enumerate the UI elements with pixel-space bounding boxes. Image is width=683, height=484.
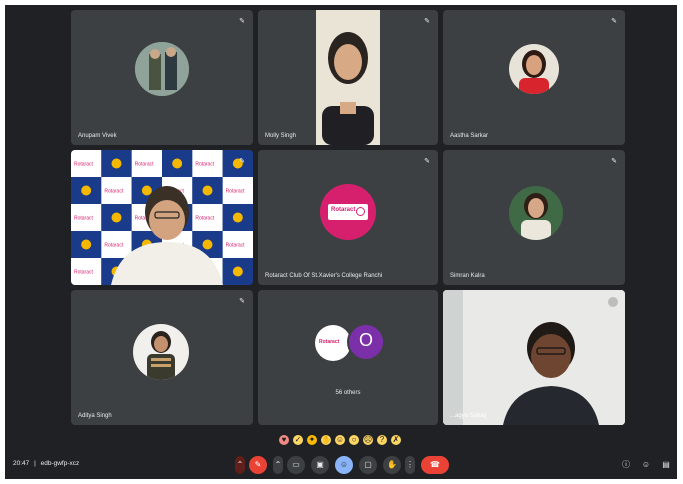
participant-tile[interactable]: ...agya Sahay bbox=[443, 290, 625, 425]
rotary-wheel-icon bbox=[202, 239, 213, 250]
rotaract-logo: Rotaract bbox=[319, 338, 347, 348]
avatar-initial: O bbox=[358, 330, 373, 350]
backdrop-logo-text: Rotaract bbox=[104, 189, 124, 195]
backdrop-logo-text: Rotaract bbox=[74, 162, 94, 168]
control-bar: 20:47 | edb-gwfp-xcz ⌃ ✎ ⌃ ▭ ▣ ☺ ▢ ✋ ⋮ ☎… bbox=[5, 451, 677, 479]
backdrop-logo-text: Rotaract bbox=[195, 162, 215, 168]
thumbs-up-reaction-icon[interactable]: ✓ bbox=[293, 435, 303, 445]
rotary-wheel-icon bbox=[232, 212, 243, 223]
mic-off-icon: ✎ bbox=[611, 18, 617, 25]
backdrop-logo-text: Rotaract bbox=[226, 243, 246, 249]
participant-name: ...agya Sahay bbox=[450, 413, 487, 419]
others-avatar: O bbox=[347, 323, 385, 361]
mic-off-icon: ✎ bbox=[611, 158, 617, 165]
end-call-icon[interactable]: ☎ bbox=[421, 456, 449, 474]
backdrop-logo-text: Rotaract bbox=[195, 216, 215, 222]
rotary-wheel-icon bbox=[111, 212, 122, 223]
mic-off-icon: ✎ bbox=[424, 158, 430, 165]
participant-name: Simran Kalra bbox=[450, 273, 485, 279]
heart-reaction-icon[interactable]: ♥ bbox=[279, 435, 289, 445]
meeting-code: edb-gwfp-xcz bbox=[40, 460, 80, 467]
avatar-photo-icon bbox=[133, 324, 189, 380]
logo-text: Rotaract bbox=[319, 339, 340, 345]
backdrop-logo-text: Rotaract bbox=[226, 189, 246, 195]
more-options-icon[interactable]: ⋮ bbox=[405, 456, 415, 474]
mic-off-icon: ✎ bbox=[239, 298, 245, 305]
avatar: Rotaract bbox=[315, 325, 351, 361]
participant-name: Molly Singh bbox=[265, 133, 297, 139]
people-icon[interactable]: ☺ bbox=[637, 456, 655, 474]
raise-hand-icon[interactable]: ✋ bbox=[383, 456, 401, 474]
backdrop-logo-text: Rotaract bbox=[104, 243, 124, 249]
avatar-photo-icon bbox=[509, 186, 563, 240]
rotary-wheel-icon bbox=[111, 158, 122, 169]
participant-tile[interactable]: ✎ Aastha Sarkar bbox=[443, 10, 625, 145]
participant-tile[interactable]: ✎ Simran Kalra bbox=[443, 150, 625, 285]
others-tile[interactable]: Rotaract O 56 others bbox=[258, 290, 438, 425]
backdrop-logo-text: Rotaract bbox=[74, 270, 94, 276]
captions-icon[interactable]: ▣ bbox=[311, 456, 329, 474]
rotary-wheel-icon bbox=[356, 207, 365, 216]
rotaract-logo: Rotaract bbox=[328, 204, 368, 220]
participant-name: Aastha Sarkar bbox=[450, 133, 489, 139]
avatar: Rotaract bbox=[320, 184, 376, 240]
participant-tile[interactable]: Rotaract ✎ Rotaract Club Of St.Xavier's … bbox=[258, 150, 438, 285]
avatar-photo-icon bbox=[135, 42, 189, 96]
thinking-reaction-icon[interactable]: ? bbox=[377, 435, 387, 445]
backdrop-logo-text: Rotaract bbox=[135, 162, 155, 168]
mic-options-button[interactable]: ⌃ bbox=[235, 456, 245, 474]
video-feed bbox=[316, 10, 380, 145]
avatar bbox=[509, 44, 559, 94]
participant-tile[interactable]: ✎ Anupam Vivek bbox=[71, 10, 253, 145]
participant-tile[interactable]: ✎ Molly Singh bbox=[258, 10, 438, 145]
video-feed: Rotaract Rotaract Rotaract Rotaract Rotaract… bbox=[71, 150, 253, 285]
party-popper-reaction-icon[interactable]: ✦ bbox=[307, 435, 317, 445]
rotary-wheel-icon bbox=[81, 239, 92, 250]
camera-options-button[interactable]: ⌃ bbox=[273, 456, 283, 474]
rotary-wheel-icon bbox=[81, 185, 92, 196]
others-label: 56 others bbox=[335, 390, 361, 396]
avatar-photo-icon bbox=[509, 44, 559, 94]
logo-text: Rotaract bbox=[331, 207, 356, 213]
avatar bbox=[509, 186, 563, 240]
rotary-wheel-icon bbox=[232, 266, 243, 277]
surprised-reaction-icon[interactable]: ○ bbox=[349, 435, 359, 445]
laugh-reaction-icon[interactable]: ☺ bbox=[335, 435, 345, 445]
participant-name: Anupam Vivek bbox=[78, 133, 117, 139]
mic-toggle-button[interactable]: ✎ bbox=[249, 456, 267, 474]
meeting-clock: 20:47 | edb-gwfp-xcz bbox=[13, 460, 80, 467]
participant-name: Aditya Singh bbox=[78, 413, 112, 419]
avatar bbox=[135, 42, 189, 96]
settings-icon[interactable] bbox=[608, 297, 618, 307]
thumbs-down-reaction-icon[interactable]: ✗ bbox=[391, 435, 401, 445]
mic-off-icon: ✎ bbox=[239, 18, 245, 25]
reactions-bar: ♥ ✓ ✦ ✋ ☺ ○ ☹ ? ✗ bbox=[279, 432, 401, 448]
emoji-icon[interactable]: ☺ bbox=[335, 456, 353, 474]
backdrop-logo-text: Rotaract bbox=[74, 216, 94, 222]
mic-off-icon: ✎ bbox=[239, 158, 245, 165]
camera-icon[interactable]: ▭ bbox=[287, 456, 305, 474]
avatar bbox=[133, 324, 189, 380]
participant-tile[interactable]: Rotaract Rotaract Rotaract Rotaract Rotaract… bbox=[71, 150, 253, 285]
chat-icon[interactable]: ▤ bbox=[657, 456, 675, 474]
clap-reaction-icon[interactable]: ✋ bbox=[321, 435, 331, 445]
participant-tile[interactable]: ✎ Aditya Singh bbox=[71, 290, 253, 425]
rotary-wheel-icon bbox=[202, 185, 213, 196]
participant-name: Rotaract Club Of St.Xavier's College Ran… bbox=[265, 273, 383, 279]
meet-window: ✎ Anupam Vivek ✎ Molly Singh ✎ Aastha Sa… bbox=[5, 5, 677, 479]
mic-off-icon: ✎ bbox=[424, 18, 430, 25]
present-screen-icon[interactable]: ▢ bbox=[359, 456, 377, 474]
sad-reaction-icon[interactable]: ☹ bbox=[363, 435, 373, 445]
video-feed bbox=[443, 290, 625, 425]
clock-time: 20:47 bbox=[13, 460, 30, 467]
info-icon[interactable]: ⓘ bbox=[617, 456, 635, 474]
rotary-wheel-icon bbox=[141, 185, 152, 196]
rotary-wheel-icon bbox=[172, 158, 183, 169]
